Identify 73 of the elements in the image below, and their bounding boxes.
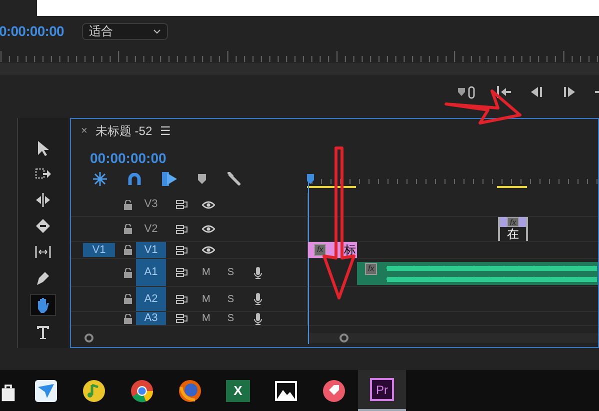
scroll-handle-icon[interactable] — [84, 333, 94, 343]
mountain-picture-icon — [274, 378, 298, 402]
scrollbar[interactable] — [307, 333, 598, 343]
globe-icon — [178, 378, 202, 402]
track-target[interactable]: V3 — [136, 193, 166, 216]
eye-icon[interactable] — [202, 225, 215, 233]
step-forward-icon[interactable] — [563, 87, 575, 97]
browser-icon — [130, 378, 154, 402]
mute-button[interactable]: M — [202, 265, 210, 280]
tag-icon — [322, 378, 346, 402]
sync-lock-icon[interactable] — [176, 314, 188, 323]
hand-icon — [35, 297, 51, 313]
type-icon — [35, 324, 51, 340]
mute-button[interactable]: M — [202, 312, 210, 325]
tool-button[interactable] — [30, 294, 56, 316]
source-patch[interactable]: V1 — [83, 243, 115, 257]
scroll-handle-icon[interactable] — [339, 333, 349, 343]
microphone-icon[interactable] — [254, 312, 262, 324]
slip-icon — [35, 244, 51, 260]
fx-badge: fx — [506, 217, 520, 227]
zoom-dropdown[interactable]: 适合 — [82, 22, 168, 40]
microphone-icon[interactable] — [254, 293, 262, 305]
track-target[interactable]: V1 — [136, 242, 166, 258]
lock-icon[interactable] — [124, 200, 132, 210]
clip-label: 标 — [344, 242, 356, 258]
magnet-icon[interactable] — [128, 173, 141, 185]
solo-button[interactable]: S — [227, 312, 234, 325]
video-editor-icon: Pr — [370, 378, 394, 401]
sync-lock-icon[interactable] — [176, 224, 188, 234]
panel-menu[interactable]: ☰ — [160, 122, 172, 140]
fx-badge: fx — [314, 244, 326, 256]
razor-icon — [35, 218, 51, 234]
eye-icon[interactable] — [202, 200, 215, 208]
marker-icon[interactable] — [198, 174, 206, 184]
solo-button[interactable]: S — [227, 265, 234, 280]
step-back-icon[interactable] — [531, 87, 543, 97]
music-note-icon — [82, 378, 106, 402]
timecode: 00:00:00:00 — [90, 149, 168, 168]
lock-icon[interactable] — [124, 314, 132, 324]
fx-badge: fx — [365, 263, 378, 275]
solo-button[interactable]: S — [227, 292, 234, 306]
playhead[interactable] — [307, 174, 315, 344]
ripple-edit-icon — [35, 192, 51, 208]
sync-lock-icon[interactable] — [176, 246, 188, 254]
eye-icon[interactable] — [202, 246, 215, 254]
sparkle-icon[interactable] — [93, 172, 107, 186]
linked-selection-icon[interactable] — [162, 172, 177, 186]
marker-link-icon[interactable] — [457, 86, 477, 98]
lock-icon[interactable] — [124, 268, 132, 278]
taskbar-button[interactable]: Pr — [358, 370, 406, 411]
track-target[interactable]: A1 — [136, 259, 166, 286]
selection-arrow-icon — [35, 140, 51, 156]
sync-lock-icon[interactable] — [176, 268, 188, 277]
mute-button[interactable]: M — [202, 292, 210, 306]
lock-icon[interactable] — [124, 245, 132, 255]
sequence-tab[interactable]: 未标题 -52 — [95, 122, 152, 140]
chevron-icon — [153, 28, 161, 34]
sync-lock-icon[interactable] — [176, 200, 188, 209]
track-target[interactable]: A2 — [136, 287, 166, 311]
track-target[interactable]: V2 — [136, 217, 166, 241]
track-target[interactable]: A3 — [136, 312, 166, 325]
graphic-clip[interactable]: fx 在 — [498, 217, 528, 241]
lock-icon[interactable] — [124, 294, 132, 304]
close-button[interactable]: × — [81, 122, 88, 140]
taskbar-button[interactable]: X — [214, 370, 262, 411]
microphone-icon[interactable] — [254, 266, 262, 278]
pen-icon — [35, 270, 51, 286]
lock-icon[interactable] — [124, 224, 132, 234]
spreadsheet-icon: X — [226, 380, 250, 402]
clip-label: 在 — [507, 227, 519, 241]
bird-icon — [34, 378, 58, 402]
go-to-in-icon[interactable] — [497, 86, 511, 98]
sync-lock-icon[interactable] — [176, 294, 188, 304]
